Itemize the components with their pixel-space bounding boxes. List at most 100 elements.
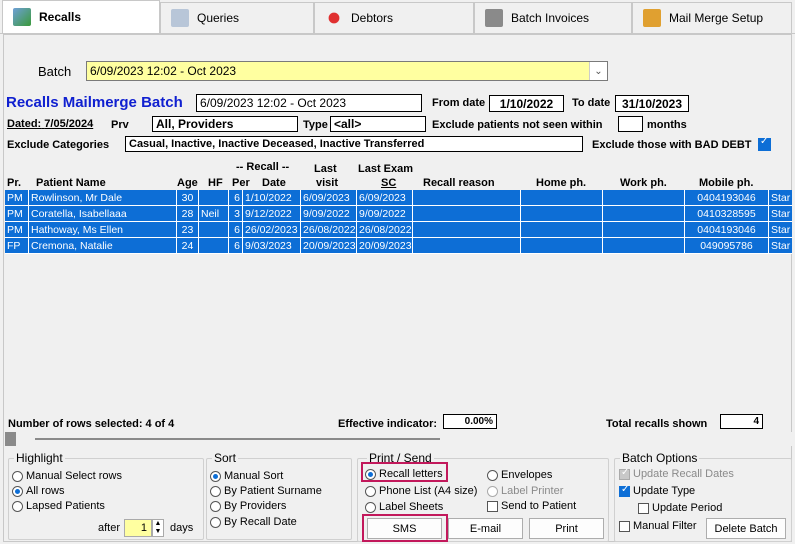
col-header-last-exam[interactable]: SC [381, 177, 396, 189]
dated-value: 7/05/2024 [44, 118, 94, 130]
sort-providers-radio[interactable]: By Providers [210, 500, 286, 512]
highlight-lapsed-patients-radio[interactable]: Lapsed Patients [12, 500, 105, 512]
total-recalls-label: Total recalls shown [606, 418, 708, 430]
col-header-work-ph[interactable]: Work ph. [620, 177, 667, 189]
exclude-not-seen-field[interactable] [618, 116, 643, 132]
cell-extra: Star [769, 240, 792, 254]
days-stepper[interactable]: ▲ ▼ [152, 519, 164, 537]
col-header-last-visit[interactable]: visit [316, 177, 338, 189]
batch-select[interactable]: 6/09/2023 12:02 - Oct 2023 ⌄ [86, 61, 608, 81]
phone-list-radio[interactable]: Phone List (A4 size) [365, 485, 477, 497]
manual-filter-checkbox[interactable]: Manual Filter [619, 520, 697, 532]
col-header-age[interactable]: Age [177, 177, 198, 189]
sort-recall-date-radio[interactable]: By Recall Date [210, 516, 297, 528]
cell-per: 6 [229, 190, 243, 206]
highlight-all-rows-radio[interactable]: All rows [12, 485, 65, 497]
cell-home [521, 238, 603, 254]
last-visit-header-1: Last [314, 163, 337, 175]
col-header-recall-reason[interactable]: Recall reason [423, 177, 495, 189]
arrow-down-icon[interactable]: ▼ [155, 528, 162, 535]
radio-icon [12, 500, 23, 512]
print-button[interactable]: Print [529, 518, 604, 539]
col-header-mobile-ph[interactable]: Mobile ph. [699, 177, 753, 189]
radio-icon [365, 468, 376, 480]
cell-pr: PM [5, 222, 29, 238]
cell-visit: 26/08/2022 [301, 222, 357, 238]
col-header-patient-name[interactable]: Patient Name [36, 177, 106, 189]
delete-batch-button[interactable]: Delete Batch [706, 518, 786, 539]
option-label: Update Recall Dates [633, 468, 734, 480]
bad-debt-label: Exclude those with BAD DEBT [592, 139, 752, 151]
cell-age: 23 [177, 222, 199, 238]
prv-label: Prv [111, 119, 129, 131]
option-label: All rows [26, 485, 65, 497]
batch-name-field[interactable]: 6/09/2023 12:02 - Oct 2023 [196, 94, 422, 112]
tab-queries[interactable]: Queries [160, 2, 314, 33]
table-row[interactable]: PM Hathoway, Ms Ellen 23 6 26/02/2023 26… [5, 222, 792, 238]
cell-work [603, 222, 685, 238]
scrollbar-thumb[interactable] [5, 432, 16, 446]
cell-age: 28 [177, 206, 199, 222]
cell-pr: FP [5, 238, 29, 254]
col-header-home-ph[interactable]: Home ph. [536, 177, 586, 189]
tab-mail-merge-setup[interactable]: Mail Merge Setup [632, 2, 792, 33]
table-row[interactable]: PM Coratella, Isabellaaa 28 Neil 3 9/12/… [5, 206, 792, 222]
sort-surname-radio[interactable]: By Patient Surname [210, 485, 322, 497]
send-to-patient-checkbox[interactable]: Send to Patient [487, 500, 576, 512]
sort-manual-radio[interactable]: Manual Sort [210, 470, 283, 482]
from-date-field[interactable]: 1/10/2022 [489, 95, 564, 112]
highlight-manual-select-radio[interactable]: Manual Select rows [12, 470, 122, 482]
update-type-checkbox[interactable]: Update Type [619, 484, 695, 497]
table-row[interactable]: PM Rowlinson, Mr Dale 30 6 1/10/2022 6/0… [5, 190, 792, 206]
checkbox-icon [638, 502, 649, 514]
cell-mobile: 0410328595 [685, 206, 769, 222]
col-header-pr[interactable]: Pr. [7, 177, 21, 189]
sms-button[interactable]: SMS [367, 518, 442, 539]
after-days-input[interactable]: 1 [124, 519, 152, 537]
cell-visit: 6/09/2023 [301, 190, 357, 206]
table-row[interactable]: FP Cremona, Natalie 24 6 9/03/2023 20/09… [5, 238, 792, 254]
tab-mail-merge-setup-label: Mail Merge Setup [669, 11, 764, 25]
cell-exam: 9/09/2022 [357, 206, 413, 222]
total-recalls-value: 4 [720, 414, 763, 429]
horizontal-scrollbar[interactable] [5, 432, 792, 446]
cell-name: Hathoway, Ms Ellen [29, 222, 177, 238]
label-sheets-radio[interactable]: Label Sheets [365, 501, 443, 513]
arrow-up-icon[interactable]: ▲ [155, 520, 162, 527]
col-header-hf[interactable]: HF [208, 177, 223, 189]
dated-label: Dated: 7/05/2024 [7, 118, 93, 130]
envelopes-radio[interactable]: Envelopes [487, 469, 552, 481]
tab-batch-invoices[interactable]: Batch Invoices [474, 2, 632, 33]
chevron-down-icon[interactable]: ⌄ [589, 62, 607, 80]
exclude-categories-label: Exclude Categories [7, 139, 110, 151]
cell-home [521, 222, 603, 238]
recalls-grid: PM Rowlinson, Mr Dale 30 6 1/10/2022 6/0… [5, 190, 792, 254]
providers-field[interactable]: All, Providers [152, 116, 298, 132]
printer-icon [485, 9, 503, 27]
radio-icon [210, 500, 221, 512]
sort-title: Sort [212, 451, 239, 465]
tab-batch-invoices-label: Batch Invoices [511, 11, 590, 25]
cell-per: 6 [229, 222, 243, 238]
cell-extra: Star [769, 224, 792, 238]
cell-work [603, 238, 685, 254]
type-field[interactable]: <all> [330, 116, 426, 132]
option-label: By Recall Date [224, 516, 297, 528]
page-title: Recalls Mailmerge Batch [6, 94, 183, 111]
col-header-date[interactable]: Date [262, 177, 286, 189]
radio-icon [12, 485, 23, 497]
update-period-checkbox[interactable]: Update Period [638, 502, 722, 514]
cell-reason [413, 222, 521, 238]
last-exam-header-1: Last Exam [358, 163, 414, 175]
tab-recalls[interactable]: Recalls [2, 0, 160, 33]
bad-debt-checkbox[interactable] [758, 136, 771, 151]
queries-icon [171, 9, 189, 27]
tab-debtors[interactable]: Debtors [314, 2, 474, 33]
label-printer-radio: Label Printer [487, 485, 563, 497]
recall-letters-radio[interactable]: Recall letters [365, 468, 443, 480]
col-header-per[interactable]: Per [232, 177, 250, 189]
exclude-categories-field[interactable]: Casual, Inactive, Inactive Deceased, Ina… [125, 136, 583, 152]
email-button[interactable]: E-mail [448, 518, 523, 539]
to-date-field[interactable]: 31/10/2023 [615, 95, 689, 112]
effective-indicator-label: Effective indicator: [338, 418, 438, 430]
